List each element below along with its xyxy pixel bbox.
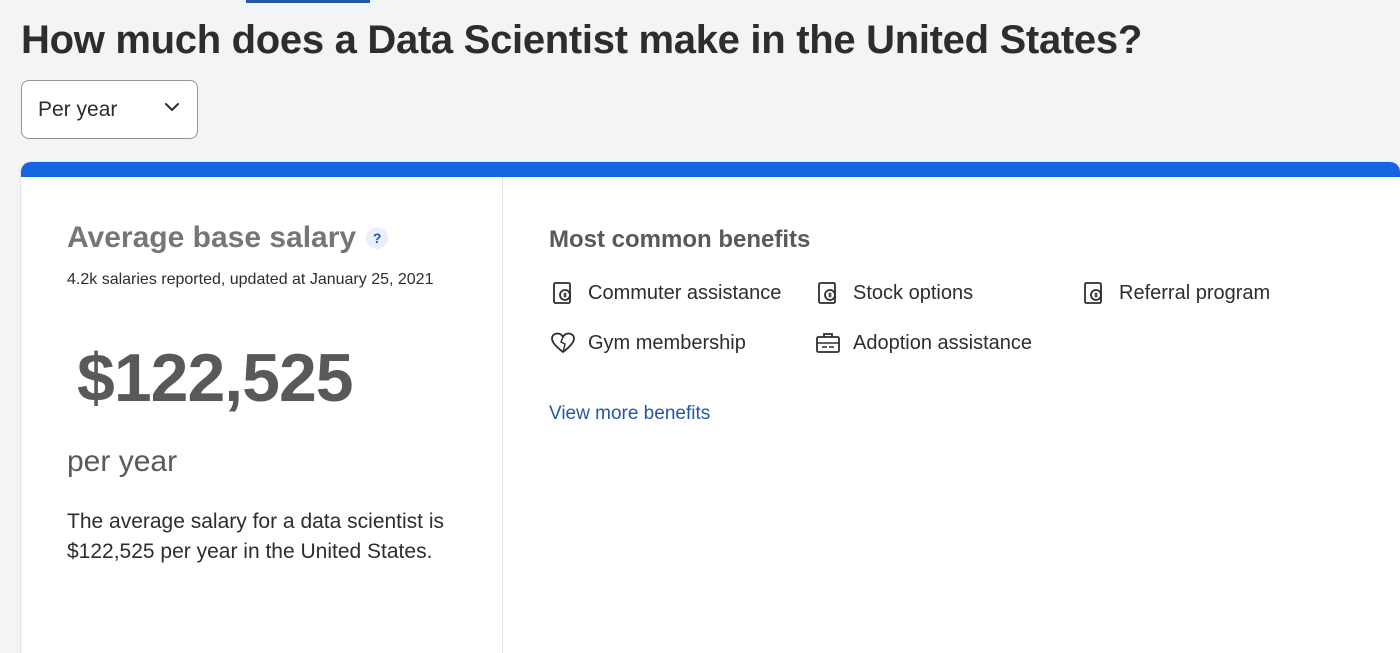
average-salary-panel: Average base salary ? 4.2k salaries repo… (21, 177, 503, 653)
page-title: How much does a Data Scientist make in t… (21, 18, 1142, 62)
benefit-doc-icon (549, 279, 577, 307)
benefit-label: Adoption assistance (853, 331, 1033, 354)
salary-amount: $122,525 (77, 340, 354, 416)
benefit-referral-program: Referral program (1080, 279, 1270, 307)
benefit-gym-membership: Gym membership (549, 329, 746, 357)
benefit-commuter-assistance: Commuter assistance (549, 279, 781, 307)
period-dropdown[interactable]: Per year (21, 80, 198, 139)
salary-report-meta: 4.2k salaries reported, updated at Janua… (67, 271, 434, 288)
salary-period: per year (67, 445, 178, 478)
chevron-down-icon (163, 98, 181, 121)
benefit-label: Stock options (853, 281, 974, 304)
period-dropdown-value: Per year (38, 97, 118, 121)
benefits-panel: Most common benefits Commuter assistance… (503, 177, 1400, 653)
top-nav-active-indicator (246, 0, 370, 3)
heart-icon (549, 329, 577, 357)
benefit-label: Referral program (1119, 281, 1271, 304)
benefit-stock-options: Stock options (814, 279, 973, 307)
salary-card: Average base salary ? 4.2k salaries repo… (21, 162, 1400, 653)
briefcase-icon (814, 329, 842, 357)
benefit-label: Gym membership (588, 331, 746, 354)
help-icon[interactable]: ? (366, 227, 389, 249)
average-salary-title: Average base salary (67, 221, 357, 254)
benefit-label: Commuter assistance (588, 281, 782, 304)
benefit-doc-icon (1080, 279, 1108, 307)
salary-description: The average salary for a data scientist … (67, 510, 445, 563)
benefit-adoption-assistance: Adoption assistance (814, 329, 1032, 357)
view-more-benefits-link[interactable]: View more benefits (549, 403, 710, 425)
benefit-doc-icon (814, 279, 842, 307)
benefits-title: Most common benefits (549, 226, 811, 253)
card-accent-bar (21, 162, 1400, 177)
average-salary-heading: Average base salary ? (67, 221, 389, 255)
